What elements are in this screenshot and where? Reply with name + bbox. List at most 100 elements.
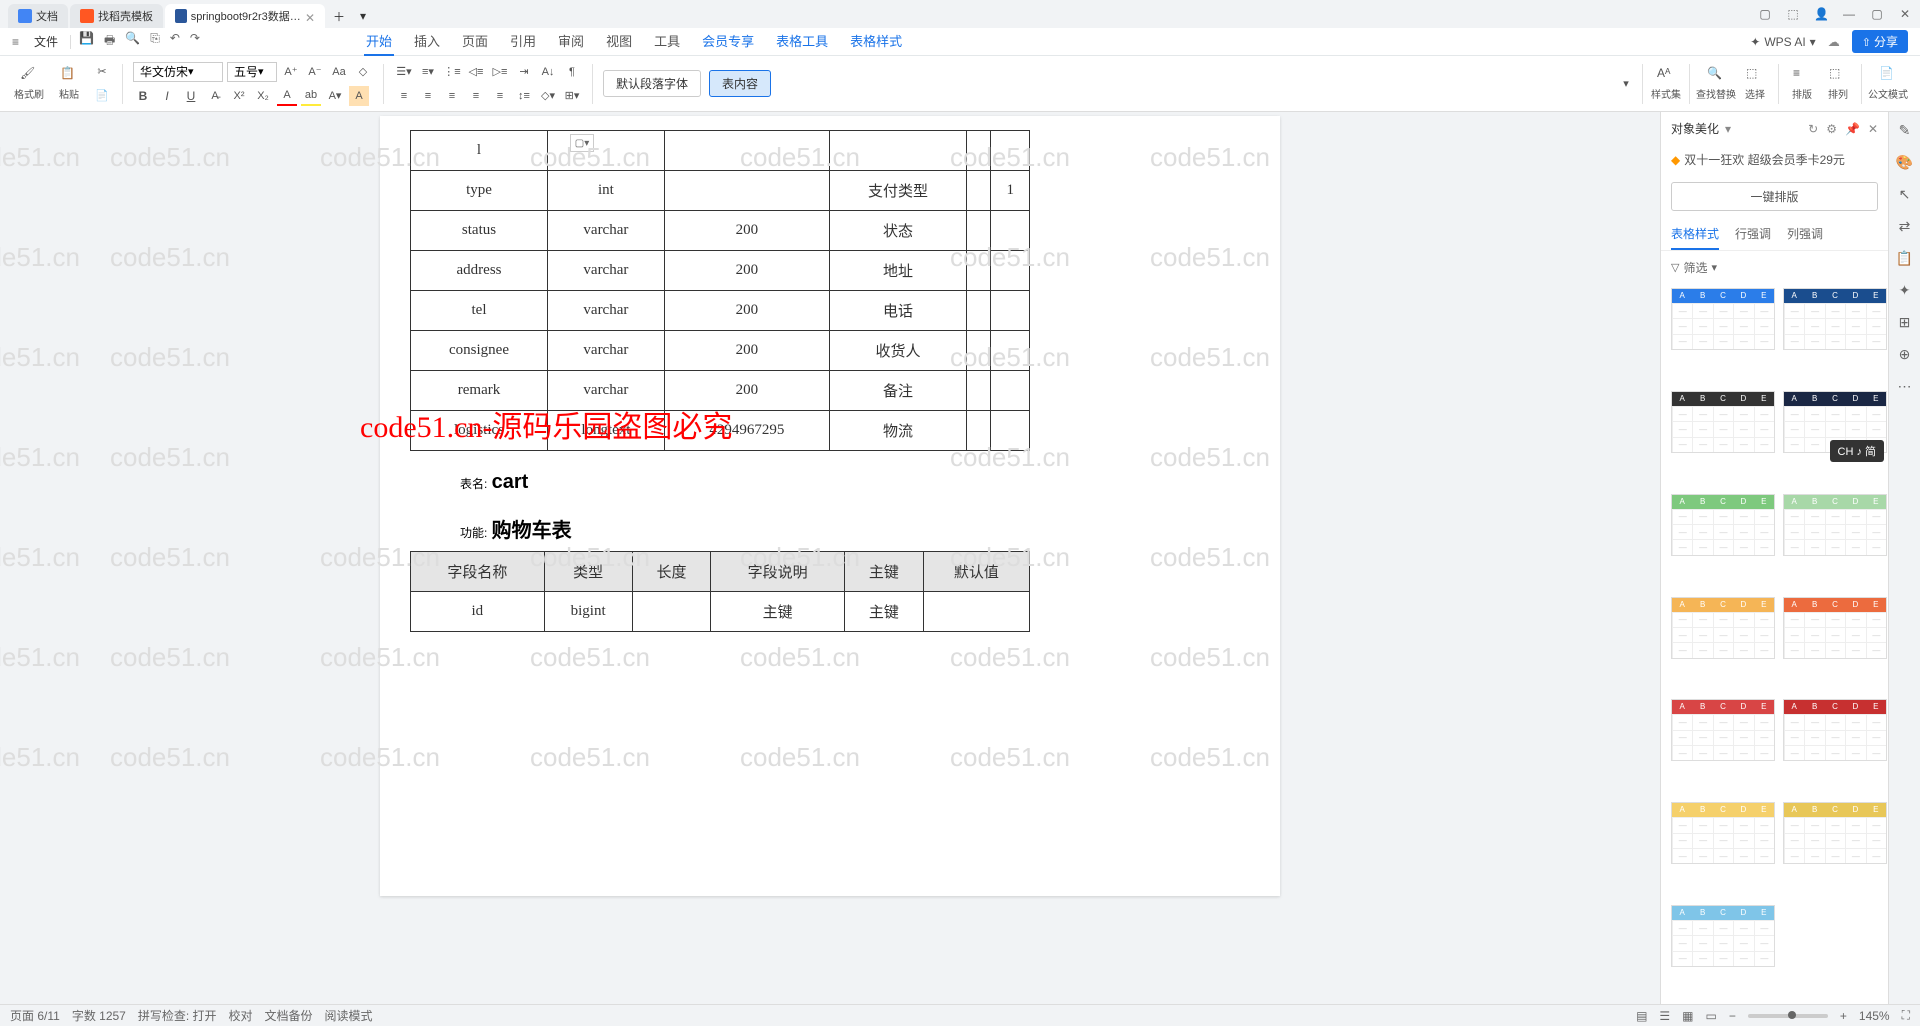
numbering-icon[interactable]: ≡▾ (418, 62, 438, 82)
status-page[interactable]: 页面 6/11 (10, 1007, 60, 1024)
superscript-icon[interactable]: X² (229, 86, 249, 106)
tab-document[interactable]: springboot9r2r3数据库文档✕ (165, 4, 325, 28)
table-cell[interactable]: type (411, 171, 548, 211)
align-justify-icon[interactable]: ≡ (466, 86, 486, 106)
table-style-thumb[interactable]: ABCDE (1783, 802, 1887, 864)
table-cell[interactable] (548, 131, 665, 171)
table-cell[interactable]: varchar (548, 211, 665, 251)
panel-tab-row[interactable]: 行强调 (1735, 219, 1771, 250)
status-reading[interactable]: 阅读模式 (325, 1007, 373, 1024)
indent-dec-icon[interactable]: ◁≡ (466, 62, 486, 82)
line-spacing-icon[interactable]: ↕≡ (514, 86, 534, 106)
status-spellcheck[interactable]: 拼写检查: 打开 (138, 1007, 217, 1024)
table-cell[interactable] (967, 251, 991, 291)
table-cell[interactable] (967, 171, 991, 211)
font-size-select[interactable]: 五号 ▾ (227, 62, 277, 82)
change-case-icon[interactable]: Aa (329, 62, 349, 82)
table-cell[interactable]: 4294967295 (664, 411, 829, 451)
sidebar-ai-icon[interactable]: ✦ (1896, 282, 1914, 300)
table-cell[interactable]: logistics (411, 411, 548, 451)
sort-icon[interactable]: A↓ (538, 62, 558, 82)
table-cell[interactable]: 1 (991, 171, 1030, 211)
underline-icon[interactable]: U (181, 86, 201, 106)
distribute-icon[interactable]: ≡ (490, 86, 510, 106)
table-style-thumb[interactable]: ABCDE (1783, 699, 1887, 761)
table-cell[interactable] (967, 291, 991, 331)
new-tab-button[interactable]: ＋ (327, 4, 351, 28)
indent-inc-icon[interactable]: ▷≡ (490, 62, 510, 82)
fill-color-icon[interactable]: ◇▾ (538, 86, 558, 106)
table-2[interactable]: 字段名称类型长度字段说明主键默认值 idbigint主键主键 (410, 551, 1030, 632)
italic-icon[interactable]: I (157, 86, 177, 106)
table-header-cell[interactable]: 字段名称 (411, 552, 545, 592)
sidebar-plugin-icon[interactable]: ⊕ (1896, 346, 1914, 364)
auto-layout-button[interactable]: 一键排版 (1671, 182, 1878, 211)
table-cell[interactable]: 主键 (845, 592, 924, 632)
table-cell[interactable] (664, 171, 829, 211)
table-header-cell[interactable]: 主键 (845, 552, 924, 592)
sidebar-more-icon[interactable]: ⋯ (1896, 378, 1914, 396)
table-cell[interactable]: 200 (664, 291, 829, 331)
file-menu[interactable]: 文件 (30, 33, 62, 50)
table-cell[interactable]: consignee (411, 331, 548, 371)
shading-icon[interactable]: A▾ (325, 86, 345, 106)
table-cell[interactable]: status (411, 211, 548, 251)
table-style-thumb[interactable]: ABCDE (1671, 802, 1775, 864)
table-cell[interactable]: address (411, 251, 548, 291)
tab-insert[interactable]: 插入 (412, 27, 442, 56)
zoom-in-icon[interactable]: + (1840, 1009, 1847, 1023)
bold-icon[interactable]: B (133, 86, 153, 106)
table-content-style[interactable]: 表内容 (709, 70, 771, 97)
table-header-cell[interactable]: 长度 (632, 552, 711, 592)
promo-banner[interactable]: ◆双十一狂欢 超级会员季卡29元 (1661, 145, 1888, 174)
window-maximize-icon[interactable]: ▢ (1870, 7, 1884, 21)
export-icon[interactable]: ⎘ (150, 31, 160, 52)
panel-tab-col[interactable]: 列强调 (1787, 219, 1823, 250)
preview-icon[interactable]: 🔍 (125, 31, 140, 52)
table-cell[interactable] (967, 411, 991, 451)
share-button[interactable]: ⇧ 分享 (1852, 30, 1908, 53)
zoom-slider[interactable] (1748, 1014, 1828, 1018)
table-cell[interactable] (991, 251, 1030, 291)
table-style-thumb[interactable]: ABCDE (1671, 699, 1775, 761)
table-style-thumb[interactable]: ABCDE (1671, 905, 1775, 967)
table-cell[interactable]: tel (411, 291, 548, 331)
table-cell[interactable]: varchar (548, 371, 665, 411)
table-cell[interactable] (991, 411, 1030, 451)
tab-page[interactable]: 页面 (460, 27, 490, 56)
sidebar-clipboard-icon[interactable]: 📋 (1896, 250, 1914, 268)
format-brush-button[interactable]: 🖌格式刷 (12, 66, 46, 101)
table-header-cell[interactable]: 类型 (544, 552, 632, 592)
table-cell[interactable] (967, 211, 991, 251)
panel-tab-table-style[interactable]: 表格样式 (1671, 219, 1719, 250)
sidebar-select-icon[interactable]: ↖ (1896, 186, 1914, 204)
style-set-button[interactable]: Aᴬ样式集 (1649, 66, 1683, 101)
zoom-level[interactable]: 145% (1859, 1009, 1890, 1023)
tab-view[interactable]: 视图 (604, 27, 634, 56)
table-style-thumb[interactable]: ABCDE (1671, 288, 1775, 350)
show-marks-icon[interactable]: ¶ (562, 62, 582, 82)
table-cell[interactable]: id (411, 592, 545, 632)
view-web-icon[interactable]: ▦ (1682, 1009, 1693, 1023)
clear-format-icon[interactable]: ◇ (353, 62, 373, 82)
borders-icon[interactable]: ⊞▾ (562, 86, 582, 106)
table-row[interactable]: idbigint主键主键 (411, 592, 1030, 632)
table-cell[interactable]: varchar (548, 291, 665, 331)
print-icon[interactable]: 🖶 (104, 31, 115, 52)
settings-icon[interactable]: ⚙ (1826, 122, 1837, 136)
table-header-cell[interactable]: 默认值 (923, 552, 1029, 592)
sidebar-palette-icon[interactable]: 🎨 (1896, 154, 1914, 172)
table-cell[interactable] (923, 592, 1029, 632)
font-color-icon[interactable]: A (277, 86, 297, 106)
table-cell[interactable]: 地址 (829, 251, 966, 291)
table-cell[interactable]: 收货人 (829, 331, 966, 371)
table-cell[interactable] (664, 131, 829, 171)
paste-button[interactable]: 📋粘贴 (52, 66, 86, 101)
status-backup[interactable]: 文档备份 (265, 1007, 313, 1024)
grow-font-icon[interactable]: A⁺ (281, 62, 301, 82)
table-cell[interactable] (991, 291, 1030, 331)
strike-icon[interactable]: A̵ (205, 86, 225, 106)
select-button[interactable]: ⬚选择 (1738, 66, 1772, 101)
table-style-thumb[interactable]: ABCDE (1783, 494, 1887, 556)
window-minimize-icon[interactable]: — (1842, 7, 1856, 21)
